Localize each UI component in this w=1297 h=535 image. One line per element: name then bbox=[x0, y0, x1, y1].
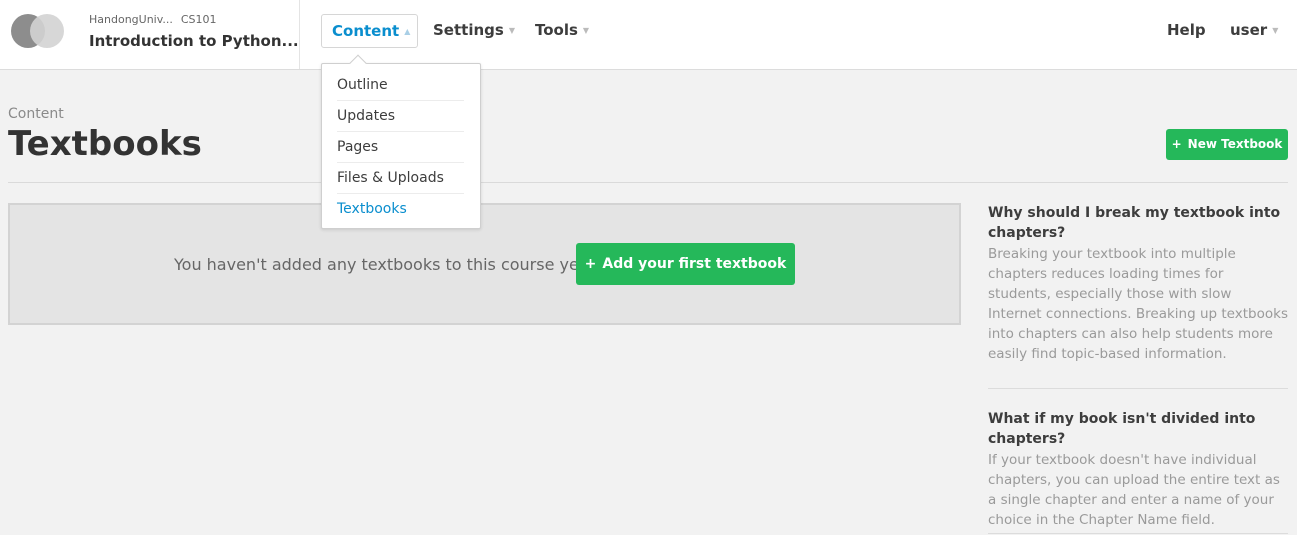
help-question: Why should I break my textbook into chap… bbox=[988, 205, 1281, 241]
menu-item-updates[interactable]: Updates bbox=[337, 101, 464, 132]
help-divider bbox=[988, 388, 1288, 389]
add-first-textbook-label: Add your first textbook bbox=[602, 256, 787, 272]
course-title: Introduction to Python... bbox=[89, 32, 299, 50]
new-textbook-button[interactable]: + New Textbook bbox=[1166, 129, 1288, 160]
caret-down-icon: ▼ bbox=[1272, 25, 1279, 35]
nav-user[interactable]: user ▼ bbox=[1230, 14, 1278, 48]
nav-content-label: Content bbox=[332, 22, 400, 40]
help-section-chapters: Why should I break my textbook into chap… bbox=[988, 203, 1288, 364]
dropdown-list: Outline Updates Pages Files & Uploads Te… bbox=[322, 64, 480, 225]
help-answer: Breaking your textbook into multiple cha… bbox=[988, 246, 1288, 362]
menu-item-textbooks[interactable]: Textbooks bbox=[337, 194, 464, 225]
help-answer: If your textbook doesn't have individual… bbox=[988, 452, 1280, 528]
nav-help-label: Help bbox=[1167, 21, 1206, 39]
caret-down-icon: ▼ bbox=[582, 25, 590, 35]
menu-item-outline[interactable]: Outline bbox=[337, 70, 464, 101]
nav-user-label: user bbox=[1230, 21, 1268, 39]
empty-state-message: You haven't added any textbooks to this … bbox=[174, 255, 591, 274]
plus-icon: + bbox=[1171, 137, 1182, 151]
help-section-no-chapters: What if my book isn't divided into chapt… bbox=[988, 409, 1288, 530]
menu-item-files-uploads[interactable]: Files & Uploads bbox=[337, 163, 464, 194]
nav-tools-label: Tools bbox=[535, 21, 578, 39]
top-header: HandongUniv... CS101 Introduction to Pyth… bbox=[0, 0, 1297, 70]
empty-state-panel: You haven't added any textbooks to this … bbox=[8, 203, 961, 325]
new-textbook-label: New Textbook bbox=[1187, 137, 1283, 151]
caret-down-icon: ▼ bbox=[508, 25, 515, 35]
nav-settings-label: Settings bbox=[433, 21, 504, 39]
breadcrumb: Content bbox=[8, 106, 64, 122]
logo-icon[interactable] bbox=[11, 14, 67, 48]
title-divider bbox=[8, 182, 1288, 183]
help-divider bbox=[988, 533, 1288, 534]
nav-content[interactable]: Content ▲ bbox=[321, 14, 418, 48]
course-info[interactable]: HandongUniv... CS101 Introduction to Pyth… bbox=[89, 13, 299, 50]
course-org: HandongUniv... bbox=[89, 13, 173, 26]
nav-help[interactable]: Help bbox=[1167, 14, 1206, 48]
plus-icon: + bbox=[584, 256, 597, 272]
nav-tools[interactable]: Tools ▼ bbox=[535, 14, 589, 48]
header-divider bbox=[299, 0, 300, 69]
course-number: CS101 bbox=[180, 13, 217, 26]
caret-up-icon: ▲ bbox=[404, 26, 411, 36]
nav-settings[interactable]: Settings ▼ bbox=[433, 14, 515, 48]
page-title: Textbooks bbox=[8, 124, 202, 164]
add-first-textbook-button[interactable]: + Add your first textbook bbox=[576, 243, 795, 285]
help-question: What if my book isn't divided into chapt… bbox=[988, 411, 1256, 447]
content-dropdown-menu: Outline Updates Pages Files & Uploads Te… bbox=[321, 54, 481, 229]
menu-item-pages[interactable]: Pages bbox=[337, 132, 464, 163]
